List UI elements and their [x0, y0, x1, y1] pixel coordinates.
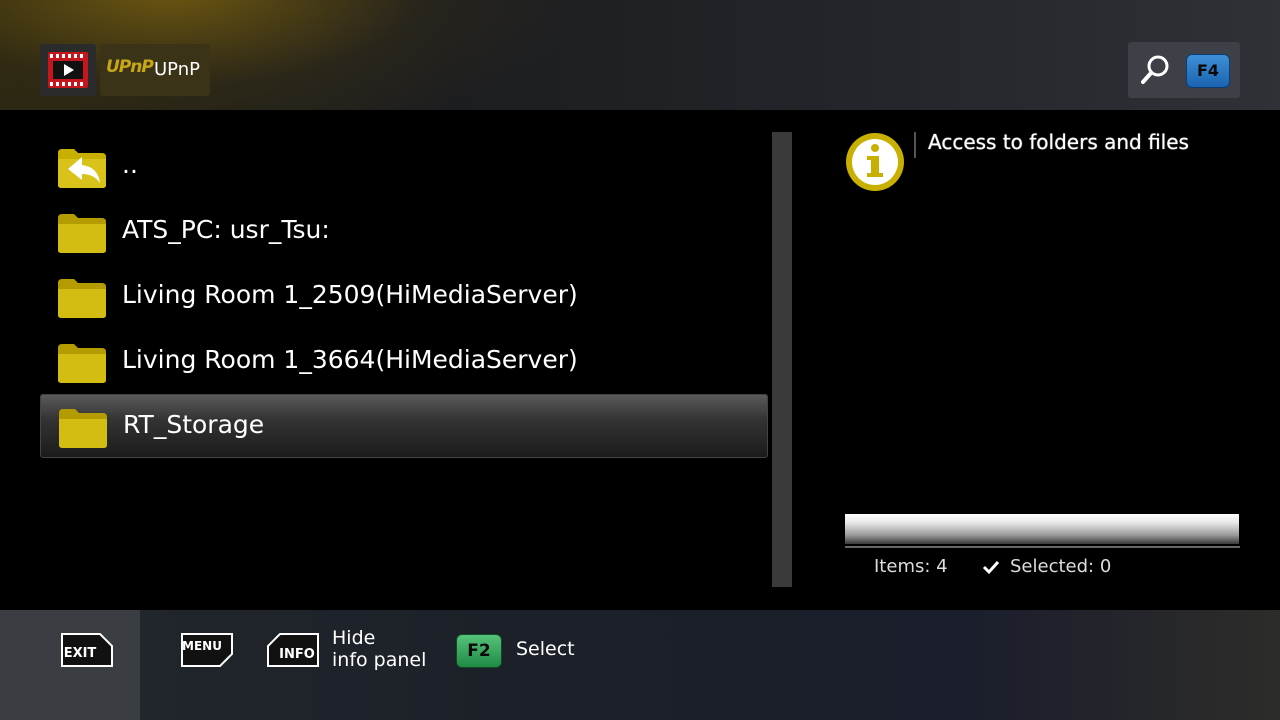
search-button[interactable]: F4 [1128, 42, 1240, 98]
file-list: .. ATS_PC: usr_Tsu: Living Room 1_2509(H… [40, 132, 768, 587]
f4-key-badge: F4 [1186, 54, 1230, 88]
list-item-parent[interactable]: .. [40, 135, 766, 197]
select-label: Select [516, 638, 575, 660]
list-item-label: RT_Storage [123, 410, 265, 439]
list-scrollbar[interactable] [772, 132, 792, 587]
info-icon [846, 133, 904, 191]
exit-key-label: EXIT [64, 646, 97, 661]
list-item-label: .. [122, 150, 138, 179]
film-strip-icon [48, 52, 88, 88]
top-bar: UPnP UPnP F4 [0, 0, 1280, 110]
items-count: Items: 4 [874, 556, 948, 577]
info-separator [845, 546, 1240, 548]
menu-key-label: MENU [182, 639, 222, 653]
play-icon [64, 64, 74, 76]
back-folder-icon [58, 149, 106, 188]
check-icon [982, 560, 1000, 575]
exit-key-button[interactable]: EXIT [60, 632, 114, 668]
info-preview-bar [845, 514, 1239, 544]
info-divider [914, 132, 916, 158]
search-icon [1141, 55, 1169, 84]
list-item-label: Living Room 1_2509(HiMediaServer) [122, 280, 578, 309]
folder-icon [58, 344, 106, 383]
folder-icon [58, 214, 106, 253]
info-key-button[interactable]: INFO [266, 632, 320, 668]
bottom-bar: EXIT MENU INFO Hide info panel F2 Select [0, 610, 1280, 720]
hide-info-panel-label: Hide info panel [332, 627, 427, 671]
f2-key-button[interactable]: F2 [456, 634, 502, 668]
selected-count: Selected: 0 [1010, 556, 1112, 577]
list-item-folder[interactable]: Living Room 1_3664(HiMediaServer) [40, 330, 766, 392]
list-item-folder[interactable]: ATS_PC: usr_Tsu: [40, 200, 766, 262]
list-item-label: ATS_PC: usr_Tsu: [122, 215, 330, 244]
upnp-logo-icon: UPnP [106, 57, 154, 77]
folder-icon [59, 409, 107, 448]
folder-icon [58, 279, 106, 318]
list-item-label: Living Room 1_3664(HiMediaServer) [122, 345, 578, 374]
breadcrumb-upnp[interactable]: UPnP UPnP [100, 44, 210, 96]
video-app-icon[interactable] [40, 44, 96, 96]
info-description: Access to folders and files [928, 130, 1189, 154]
menu-key-button[interactable]: MENU [180, 632, 234, 668]
breadcrumb-label: UPnP [154, 59, 200, 80]
info-key-label: INFO [279, 647, 315, 662]
list-item-folder-selected[interactable]: RT_Storage [40, 394, 768, 458]
list-item-folder[interactable]: Living Room 1_2509(HiMediaServer) [40, 265, 766, 327]
